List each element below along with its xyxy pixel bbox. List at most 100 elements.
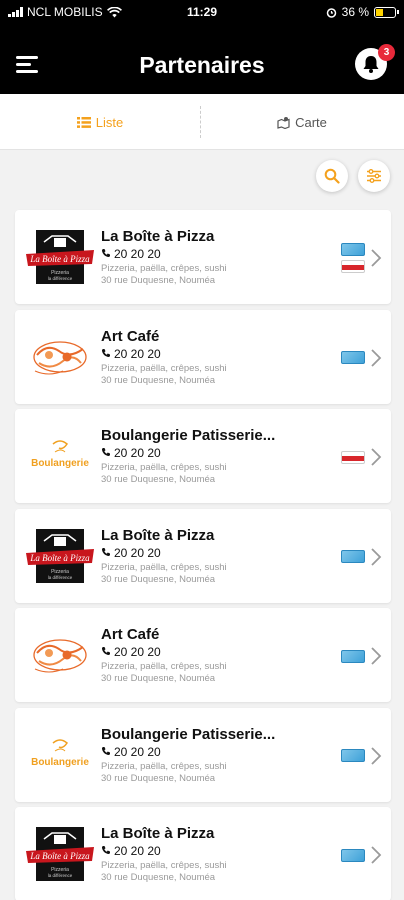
phone-icon [101,247,111,261]
partner-description: Pizzeria, paëlla, crêpes, sushi [101,860,227,871]
partner-card[interactable]: La Boîte à Pizza Pizzeria la différence La … [15,508,391,603]
svg-text:La Boîte à Pizza: La Boîte à Pizza [29,553,90,563]
partner-name: La Boîte à Pizza [101,825,215,842]
partner-name: La Boîte à Pizza [101,228,215,245]
battery-percent: 36 % [341,5,369,19]
payment-cards [341,338,367,378]
partner-card[interactable]: Boulangerie Boulangerie Patisserie... 20 2… [15,707,391,802]
payment-cards [341,437,367,477]
chevron-right-icon [369,248,383,268]
partner-address: 30 rue Duquesne, Nouméa [101,872,216,883]
partner-address: 30 rue Duquesne, Nouméa [101,474,216,485]
art-cafe-logo [23,324,97,390]
partner-description: Pizzeria, paëlla, crêpes, sushi [101,263,227,274]
partner-name: Boulangerie Patisserie... [101,427,276,444]
partner-description: Pizzeria, paëlla, crêpes, sushi [101,462,227,473]
partner-phone[interactable]: 20 20 20 [101,844,341,858]
svg-text:La Boîte à Pizza: La Boîte à Pizza [29,851,90,861]
partner-phone[interactable]: 20 20 20 [101,347,341,361]
tab-carte-label: Carte [295,114,327,130]
blue-payment-card-icon [341,749,365,762]
chevron-right-icon [369,845,383,865]
pizza-logo: La Boîte à Pizza Pizzeria la différence [23,224,97,290]
art-cafe-logo [23,622,97,688]
partner-card[interactable]: Boulangerie Boulangerie Patisserie... 20 2… [15,409,391,503]
partner-address: 30 rue Duquesne, Nouméa [101,573,216,585]
partner-info: La Boîte à Pizza 20 20 20 Pizzeria, paëlla… [101,228,341,287]
search-icon [324,168,340,184]
alarm-icon [326,7,336,18]
pizza-logo: La Boîte à Pizza Pizzeria la différence [23,523,97,589]
partner-description: Pizzeria, paëlla, crêpes, sushi [101,561,227,573]
payment-cards [341,835,367,875]
chevron-right-icon [369,746,383,766]
partner-description: Pizzeria, paëlla, crêpes, sushi [101,661,227,672]
blue-payment-card-icon [341,649,365,663]
filter-button[interactable] [358,160,390,192]
phone-icon [101,446,111,460]
partner-description: Pizzeria, paëlla, crêpes, sushi [101,362,227,374]
bell-icon [363,56,379,73]
phone-icon [101,745,111,759]
partner-description: Pizzeria, paëlla, crêpes, sushi [101,760,227,772]
partner-name: La Boîte à Pizza [101,526,215,544]
partner-name: Art Café [101,626,160,643]
partner-info: Art Café 20 20 20 Pizzeria, paëlla, crêpes… [101,328,341,387]
map-icon [277,116,290,129]
blue-payment-card-icon [341,550,365,563]
chevron-right-icon [369,447,383,467]
battery-icon [374,6,399,18]
notification-badge: 3 [378,44,395,61]
svg-text:Boulangerie: Boulangerie [31,757,89,768]
partner-phone[interactable]: 20 20 20 [101,745,341,759]
partner-card[interactable]: Art Café 20 20 20 Pizzeria, paëlla, crêpes… [15,608,391,702]
tab-liste[interactable]: Liste [0,94,200,150]
phone-icon [101,347,111,361]
partner-info: Art Café 20 20 20 Pizzeria, paëlla, crêpes… [101,626,341,685]
partner-address: 30 rue Duquesne, Nouméa [101,374,216,386]
tab-carte[interactable]: Carte [202,94,402,150]
partner-card[interactable]: Art Café 20 20 20 Pizzeria, paëlla, crêpes… [15,309,391,404]
boulangerie-logo: Boulangerie [23,722,97,788]
partner-phone-number: 20 20 20 [114,844,161,858]
svg-text:Boulangerie: Boulangerie [31,458,89,469]
partner-list: La Boîte à Pizza Pizzeria la différence La … [15,210,391,900]
partner-name: Art Café [101,327,160,345]
partner-card[interactable]: La Boîte à Pizza Pizzeria la différence La … [15,210,391,304]
partner-info: Boulangerie Patisserie... 20 20 20 Pizzeri… [101,726,341,785]
pizza-logo: La Boîte à Pizza Pizzeria la différence [23,821,97,887]
red-payment-card-icon [341,450,365,464]
partner-phone-number: 20 20 20 [114,744,161,759]
view-tabs: Liste Carte [0,94,404,150]
partner-info: La Boîte à Pizza 20 20 20 Pizzeria, paëlla… [101,825,341,884]
chevron-right-icon [369,547,383,567]
partner-card[interactable]: La Boîte à Pizza Pizzeria la différence La … [15,807,391,900]
partner-phone[interactable]: 20 20 20 [101,247,341,261]
phone-icon [101,844,111,858]
page-title: Partenaires [139,52,265,78]
blue-payment-card-icon [341,243,365,256]
partner-phone[interactable]: 20 20 20 [101,546,341,560]
blue-payment-card-icon [341,351,365,364]
boulangerie-logo: Boulangerie [23,423,97,489]
payment-cards [341,537,367,577]
chevron-right-icon [369,646,383,666]
tab-liste-label: Liste [95,114,124,130]
payment-cards [341,238,367,278]
phone-icon [101,645,111,659]
svg-text:la différence: la différence [48,575,73,580]
partner-phone-number: 20 20 20 [114,346,161,361]
search-button[interactable] [316,160,348,192]
partner-phone-number: 20 20 20 [114,545,161,560]
partner-phone[interactable]: 20 20 20 [101,645,341,659]
partner-phone-number: 20 20 20 [114,247,161,261]
svg-text:la différence: la différence [48,276,73,281]
partner-address: 30 rue Duquesne, Nouméa [101,772,216,784]
filter-icon [367,169,381,183]
partner-address: 30 rue Duquesne, Nouméa [101,275,216,286]
red-payment-card-icon [341,260,365,273]
partner-info: La Boîte à Pizza 20 20 20 Pizzeria, paëlla… [101,527,341,586]
partner-info: Boulangerie Patisserie... 20 20 20 Pizzeri… [101,427,341,486]
partner-phone[interactable]: 20 20 20 [101,446,341,460]
list-icon [76,116,91,128]
